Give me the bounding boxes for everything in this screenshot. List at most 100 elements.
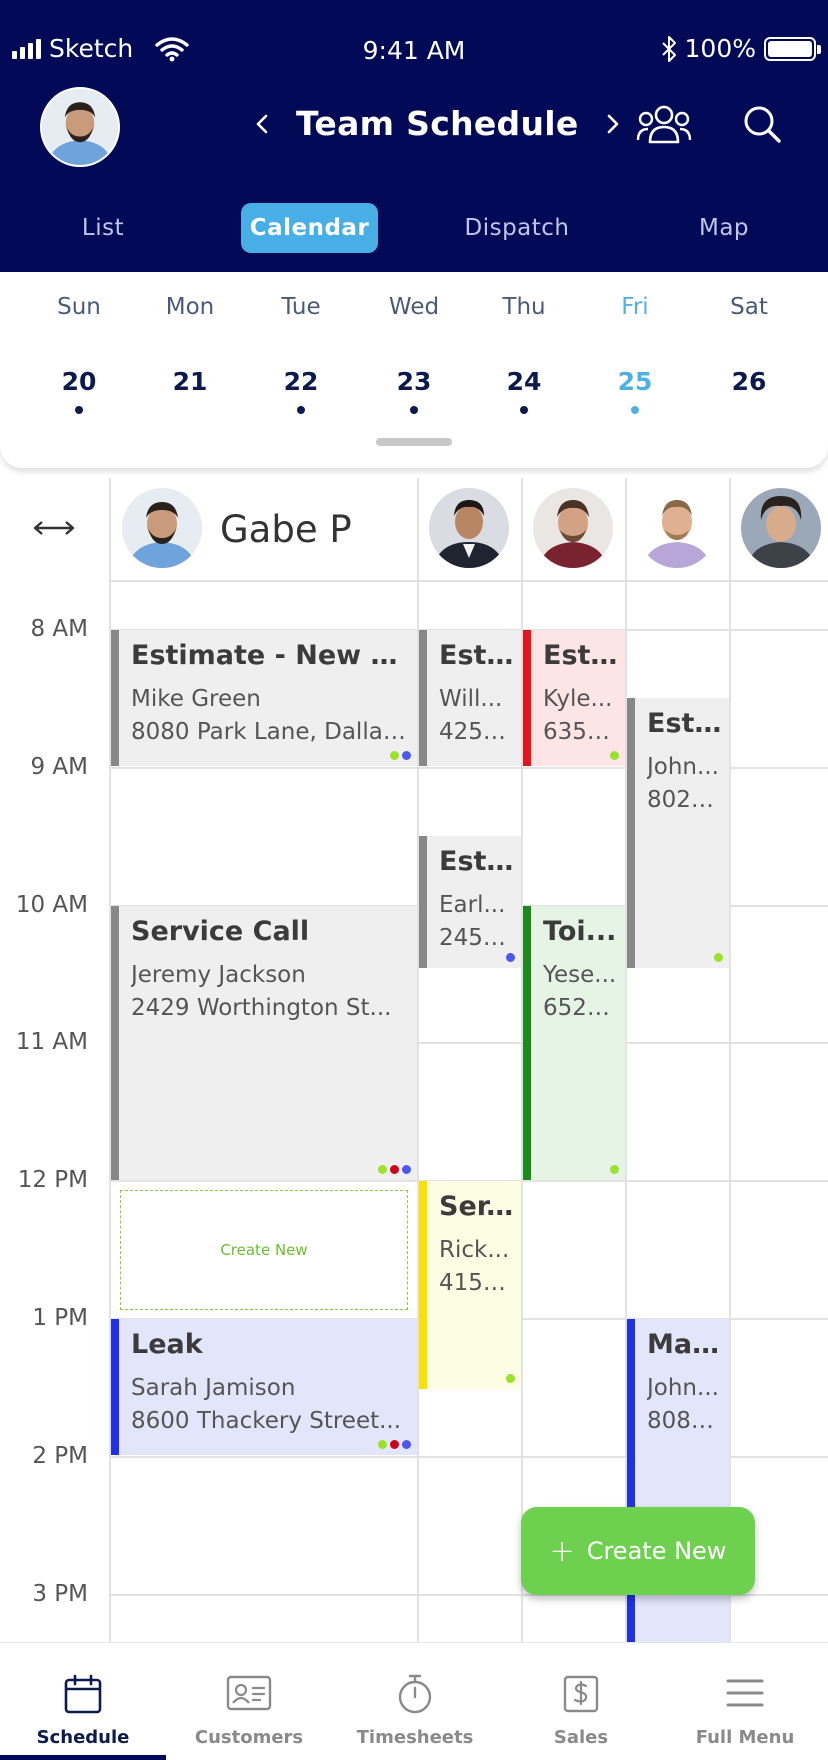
day-date: 24 bbox=[506, 367, 542, 396]
team-member-avatar[interactable] bbox=[429, 488, 509, 568]
event-indicator bbox=[75, 406, 83, 414]
day-date: 25 bbox=[617, 367, 653, 396]
event-card[interactable]: Esti... Will... 4255... bbox=[419, 630, 521, 766]
event-card[interactable]: Toi... Yese... 6524... bbox=[523, 906, 625, 1180]
column-divider bbox=[729, 478, 731, 1642]
nav-sales[interactable]: Sales bbox=[498, 1643, 664, 1760]
stopwatch-icon bbox=[398, 1674, 432, 1714]
event-title: Toi... bbox=[543, 916, 617, 947]
tab-calendar[interactable]: Calendar bbox=[241, 203, 378, 253]
event-address: 2451... bbox=[439, 925, 515, 951]
chevron-left-icon bbox=[256, 114, 268, 133]
time-label: 2 PM bbox=[32, 1443, 88, 1469]
nav-timesheets[interactable]: Timesheets bbox=[332, 1643, 498, 1760]
chevron-right-icon bbox=[607, 114, 618, 133]
event-address: 6524... bbox=[543, 995, 619, 1021]
app-header: Sketch 9:41 AM 100% Team Schedule List C… bbox=[0, 0, 828, 272]
event-address: 4255... bbox=[439, 719, 515, 745]
event-title: Leak bbox=[131, 1329, 203, 1360]
status-right: 100% bbox=[661, 34, 821, 63]
event-indicator bbox=[410, 406, 418, 414]
dollar-document-icon bbox=[563, 1675, 599, 1713]
event-customer: Will... bbox=[439, 686, 503, 712]
event-customer: John... bbox=[647, 754, 719, 780]
event-card[interactable]: Esti... Kyle... 6355... bbox=[523, 630, 625, 766]
drag-handle[interactable] bbox=[376, 438, 452, 446]
header-title-row: Team Schedule bbox=[250, 104, 625, 143]
user-avatar[interactable] bbox=[40, 87, 120, 167]
expand-columns-icon[interactable] bbox=[32, 518, 76, 538]
event-indicator bbox=[631, 406, 639, 414]
event-address: 2429 Worthington St... bbox=[131, 995, 392, 1021]
event-address: 8080... bbox=[647, 1408, 723, 1434]
schedule-grid: Gabe P 8 AM 9 AM 10 AM 11 AM 12 PM 1 PM … bbox=[0, 468, 828, 1642]
day-name: Tue bbox=[281, 294, 321, 320]
event-customer: Jeremy Jackson bbox=[131, 962, 306, 988]
create-new-button[interactable]: + Create New bbox=[521, 1507, 755, 1595]
status-dots bbox=[378, 1440, 411, 1449]
event-card[interactable]: Estimate - New Ta... Mike Green 8080 Par… bbox=[111, 630, 417, 766]
status-dots bbox=[610, 751, 619, 760]
event-title: Mai... bbox=[647, 1329, 723, 1360]
day-name: Thu bbox=[502, 294, 546, 320]
status-dots bbox=[378, 1165, 411, 1174]
event-card[interactable]: Esti... John... 8023... bbox=[627, 698, 729, 968]
event-indicator bbox=[520, 406, 528, 414]
plus-icon: + bbox=[549, 1533, 575, 1569]
event-title: Esti... bbox=[439, 640, 515, 671]
event-customer: Sarah Jamison bbox=[131, 1375, 296, 1401]
create-new-label: Create New bbox=[586, 1537, 727, 1565]
event-address: 4152... bbox=[439, 1270, 515, 1296]
event-title: Estimate - New Ta... bbox=[131, 640, 411, 671]
next-button[interactable] bbox=[601, 112, 625, 136]
team-member-avatar[interactable] bbox=[533, 488, 613, 568]
team-member-avatar[interactable] bbox=[122, 488, 202, 568]
event-card[interactable]: Leak Sarah Jamison 8600 Thackery Street.… bbox=[111, 1319, 417, 1455]
status-bar: Sketch 9:41 AM 100% bbox=[0, 0, 828, 100]
nav-schedule[interactable]: Schedule bbox=[0, 1643, 166, 1760]
calendar-icon bbox=[64, 1674, 102, 1714]
status-dots bbox=[506, 953, 515, 962]
battery-label: 100% bbox=[684, 34, 756, 63]
tab-list[interactable]: List bbox=[50, 203, 156, 253]
event-card[interactable]: Service Call Jeremy Jackson 2429 Worthin… bbox=[111, 906, 417, 1180]
event-customer: Mike Green bbox=[131, 686, 261, 712]
team-member-name: Gabe P bbox=[220, 508, 352, 551]
hamburger-menu-icon bbox=[726, 1679, 764, 1707]
event-card[interactable]: Esti... Earl... 2451... bbox=[419, 836, 521, 968]
team-member-avatar[interactable] bbox=[741, 488, 821, 568]
nav-label: Full Menu bbox=[695, 1727, 795, 1748]
event-customer: Earl... bbox=[439, 892, 506, 918]
day-name: Wed bbox=[388, 294, 440, 320]
tab-dispatch[interactable]: Dispatch bbox=[455, 203, 579, 253]
previous-button[interactable] bbox=[250, 112, 274, 136]
time-label: 8 AM bbox=[30, 616, 88, 642]
time-label: 10 AM bbox=[15, 892, 88, 918]
nav-label: Schedule bbox=[36, 1727, 130, 1748]
bluetooth-icon bbox=[661, 35, 676, 62]
event-card[interactable]: Ser... Rick... 4152... bbox=[419, 1181, 521, 1389]
create-new-slot[interactable]: Create New bbox=[120, 1190, 408, 1310]
day-name: Fri bbox=[621, 294, 649, 320]
day-date: 21 bbox=[172, 367, 208, 396]
nav-label: Customers bbox=[194, 1727, 304, 1748]
event-title: Esti... bbox=[439, 846, 515, 877]
event-indicator bbox=[297, 406, 305, 414]
nav-customers[interactable]: Customers bbox=[166, 1643, 332, 1760]
time-label: 3 PM bbox=[32, 1581, 88, 1607]
battery-icon bbox=[764, 36, 821, 61]
team-icon[interactable] bbox=[636, 102, 692, 146]
event-address: 8600 Thackery Street... bbox=[131, 1408, 402, 1434]
day-date: 22 bbox=[283, 367, 319, 396]
status-dots bbox=[506, 1374, 515, 1383]
status-dots bbox=[390, 751, 411, 760]
view-tabs: List Calendar Dispatch Map bbox=[0, 200, 828, 256]
active-tab-indicator bbox=[0, 1755, 166, 1760]
search-icon[interactable] bbox=[742, 104, 782, 144]
event-customer: Kyle... bbox=[543, 686, 613, 712]
day-date: 20 bbox=[61, 367, 97, 396]
tab-map[interactable]: Map bbox=[680, 203, 768, 253]
event-title: Service Call bbox=[131, 916, 310, 947]
nav-full-menu[interactable]: Full Menu bbox=[662, 1643, 828, 1760]
team-member-avatar[interactable] bbox=[637, 488, 717, 568]
